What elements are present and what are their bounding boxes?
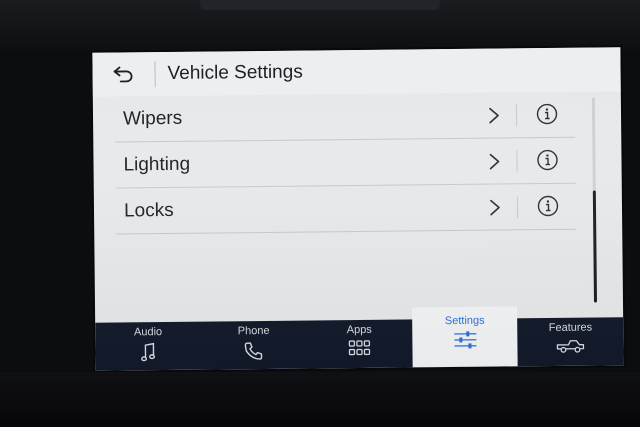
header-divider	[154, 61, 156, 88]
row-divider	[516, 150, 518, 173]
tab-phone[interactable]: Phone	[201, 321, 307, 370]
music-note-icon	[140, 342, 155, 362]
list-item-label: Lighting	[123, 153, 191, 175]
tab-apps[interactable]: Apps	[306, 319, 412, 368]
apps-grid-icon	[348, 340, 371, 356]
tab-label: Phone	[237, 324, 270, 338]
phone-icon	[245, 342, 263, 360]
back-button[interactable]	[92, 52, 154, 97]
tab-label: Apps	[346, 323, 372, 337]
pickup-truck-icon	[556, 340, 585, 353]
list-item-lighting[interactable]: Lighting	[115, 137, 576, 189]
scrollbar[interactable]	[591, 97, 597, 303]
bezel-notch	[200, 0, 440, 10]
tab-settings[interactable]: Settings	[411, 306, 519, 368]
tab-label: Features	[548, 321, 593, 335]
list-item-label: Wipers	[122, 107, 183, 129]
row-divider	[516, 196, 519, 219]
tab-label: Settings	[444, 314, 485, 328]
list-item-wipers[interactable]: Wipers	[114, 91, 576, 143]
tab-features[interactable]: Features	[518, 317, 624, 366]
page-title: Vehicle Settings	[167, 61, 303, 84]
scrollbar-thumb[interactable]	[592, 190, 597, 303]
row-divider	[515, 104, 518, 127]
header-bar: Vehicle Settings	[92, 47, 621, 97]
settings-list: Wipers Lighting Locks	[114, 91, 577, 235]
info-icon[interactable]	[536, 149, 558, 171]
list-item-label: Locks	[123, 199, 174, 221]
chevron-right-icon	[489, 107, 499, 124]
info-icon[interactable]	[537, 195, 559, 217]
bezel-bottom	[0, 372, 640, 427]
list-item-locks[interactable]: Locks	[115, 183, 577, 235]
tab-label: Audio	[133, 326, 163, 339]
chevron-right-icon	[490, 199, 500, 216]
infotainment-screen: Vehicle Settings Wipers Lighting Locks A…	[92, 47, 624, 371]
chevron-right-icon	[489, 153, 500, 170]
bottom-tab-bar: Audio Phone Apps Settings Features	[95, 306, 624, 371]
back-arrow-icon	[113, 66, 133, 83]
info-icon[interactable]	[536, 103, 558, 125]
sliders-icon	[453, 331, 477, 349]
tab-audio[interactable]: Audio	[95, 322, 201, 371]
